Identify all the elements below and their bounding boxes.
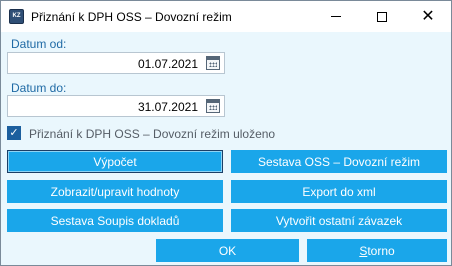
date-to-label: Datum do: xyxy=(11,81,67,95)
ok-button[interactable]: OK xyxy=(156,239,299,262)
date-to-field[interactable]: 31.07.2021 xyxy=(7,95,225,117)
maximize-icon xyxy=(377,11,387,22)
minimize-icon xyxy=(331,16,341,17)
storno-label-rest: torno xyxy=(367,243,395,258)
storno-mnemonic: S xyxy=(359,243,368,258)
maximize-button[interactable] xyxy=(359,1,405,32)
sestava-oss-button[interactable]: Sestava OSS – Dovozní režim xyxy=(231,150,447,173)
close-icon: ✕ xyxy=(421,7,435,25)
sestava-soupis-button[interactable]: Sestava Soupis dokladů xyxy=(7,209,223,232)
date-to-value: 31.07.2021 xyxy=(137,100,198,114)
saved-checkbox-label: Přiznání k DPH OSS – Dovozní režim ulože… xyxy=(29,127,276,141)
zobrazit-upravit-button[interactable]: Zobrazit/upravit hodnoty xyxy=(7,180,223,203)
calendar-icon[interactable] xyxy=(206,56,220,70)
close-button[interactable]: ✕ xyxy=(405,1,451,32)
vypocet-button[interactable]: Výpočet xyxy=(7,150,223,173)
minimize-button[interactable] xyxy=(313,1,359,32)
title-bar[interactable]: KZ Přiznání k DPH OSS – Dovozní režim ✕ xyxy=(1,1,451,32)
window-title: Přiznání k DPH OSS – Dovozní režim xyxy=(31,10,232,24)
export-xml-button[interactable]: Export do xml xyxy=(231,180,447,203)
app-icon: KZ xyxy=(9,9,24,24)
dialog-window: KZ Přiznání k DPH OSS – Dovozní režim ✕ … xyxy=(0,0,452,266)
calendar-icon[interactable] xyxy=(206,99,220,113)
date-from-value: 01.07.2021 xyxy=(137,57,198,71)
saved-checkbox[interactable]: ✓ xyxy=(7,126,21,140)
vytvorit-zavazek-button[interactable]: Vytvořit ostatní závazek xyxy=(231,209,447,232)
date-from-field[interactable]: 01.07.2021 xyxy=(7,52,225,74)
storno-button[interactable]: Storno xyxy=(307,239,447,262)
date-from-label: Datum od: xyxy=(11,37,67,51)
